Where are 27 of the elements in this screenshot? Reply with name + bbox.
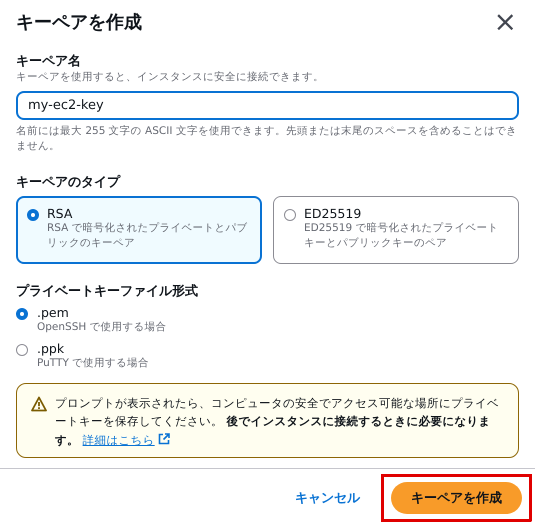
field-label: キーペアのタイプ	[16, 174, 122, 191]
external-link-icon	[158, 432, 170, 445]
create-key-pair-button[interactable]: キーペアを作成	[391, 482, 522, 514]
warning-text: プロンプトが表示されたら、コンピュータの安全でアクセス可能な場所にプライベートキーを保存してください。 後でインスタンスに接続するときに必要になります。 詳細はこちら	[55, 395, 500, 449]
field-description: キーペアを使用すると、インスタンスに安全に接続できます。	[16, 70, 325, 85]
option-description: PuTTY で使用する場合	[37, 356, 150, 371]
radio-button[interactable]	[16, 344, 28, 356]
cancel-button[interactable]: キャンセル	[285, 483, 370, 513]
warning-icon	[31, 396, 47, 412]
constraint-text: 名前には最大 255 文字の ASCII 文字を使用できます。先頭または末尾のスペースを含めることはできません。	[16, 124, 518, 154]
option-title: ED25519	[304, 206, 362, 221]
option-title: .ppk	[37, 340, 66, 356]
option-description: OpenSSH で使用する場合	[37, 320, 167, 335]
dialog-title: キーペアを作成	[16, 11, 142, 34]
option-description: RSA で暗号化されたプライベートとパブリックのキーペア	[47, 220, 249, 251]
radio-button[interactable]	[16, 308, 28, 320]
input-field[interactable]: my-ec2-key	[16, 91, 519, 120]
learn-more-link[interactable]: 詳細はこちら	[82, 432, 170, 447]
radio-tile[interactable]: RSA RSA で暗号化されたプライベートとパブリックのキーペア	[16, 196, 262, 264]
option-title: RSA	[47, 206, 74, 221]
radio-tile[interactable]: ED25519 ED25519 で暗号化されたプライベートキーとパブリックキーのペア	[273, 196, 519, 264]
radio-button[interactable]	[284, 208, 296, 221]
radio-button[interactable]	[27, 208, 39, 221]
field-label: プライベートキーファイル形式	[16, 282, 199, 300]
option-description: ED25519 で暗号化されたプライベートキーとパブリックキーのペア	[304, 220, 500, 251]
field-label: キーペア名	[16, 53, 82, 70]
option-title: .pem	[37, 304, 70, 320]
